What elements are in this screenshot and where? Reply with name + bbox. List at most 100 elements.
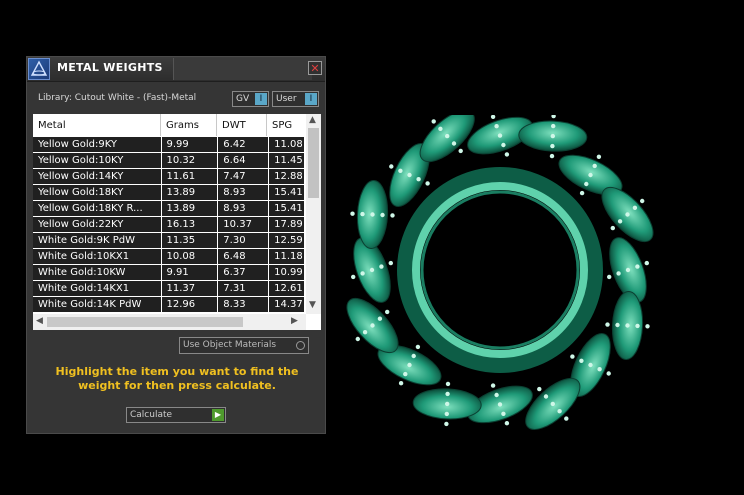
filigree-dot <box>445 133 450 139</box>
filigree-dot <box>458 148 463 154</box>
table-row[interactable]: Yellow Gold:10KY 10.32 6.64 11.45 <box>33 153 305 169</box>
table-header: Metal Grams DWT SPG <box>33 114 305 136</box>
cell-dwt: 8.33 <box>218 297 269 312</box>
filigree-dot <box>640 198 645 204</box>
use-object-materials-option[interactable]: Use Object Materials <box>179 337 309 354</box>
filigree-dot <box>635 264 640 269</box>
calculate-button[interactable]: Calculate ▶ <box>126 407 226 423</box>
library-label: Library: Cutout White - (Fast)-Metal <box>38 93 197 103</box>
table-row[interactable]: Yellow Gold:18KY R... 13.89 8.93 15.41 <box>33 201 305 217</box>
table-row[interactable]: Yellow Gold:14KY 11.61 7.47 12.88 <box>33 169 305 185</box>
cell-spg: 15.41 <box>269 201 304 216</box>
filigree-dot <box>494 124 499 129</box>
table-body: Yellow Gold:9KY 9.99 6.42 11.08 Yellow Gold:… <box>33 137 305 313</box>
cell-spg: 17.89 <box>269 217 304 232</box>
filigree-dot <box>389 164 394 169</box>
ring-inner-hole <box>420 190 580 350</box>
gv-toggle[interactable]: GV I <box>232 91 269 107</box>
filigree-dot <box>549 153 555 159</box>
filigree-dot <box>390 213 395 218</box>
filigree-dot <box>385 309 390 315</box>
vertical-scroll-thumb[interactable] <box>308 128 319 198</box>
cell-grams: 9.99 <box>161 137 218 152</box>
filigree-dot <box>403 371 408 377</box>
filigree-dot <box>398 381 404 386</box>
cell-grams: 10.08 <box>161 249 218 264</box>
column-header-grams[interactable]: Grams <box>161 114 217 136</box>
title-bar[interactable]: METAL WEIGHTS ✕ <box>27 57 325 82</box>
play-icon[interactable]: ▶ <box>212 409 224 421</box>
filigree-dot <box>445 401 450 407</box>
instruction-text: Highlight the item you want to find the … <box>55 365 299 392</box>
filigree-dot <box>597 367 602 372</box>
filigree-dot <box>632 205 638 210</box>
filigree-dot <box>645 324 650 329</box>
cell-spg: 12.88 <box>269 169 304 184</box>
filigree-dot <box>617 219 623 224</box>
use-object-materials-label: Use Object Materials <box>183 340 277 350</box>
filigree-dot <box>494 392 499 398</box>
user-toggle-knob[interactable]: I <box>305 93 317 105</box>
table-row[interactable]: Yellow Gold:22KY 16.13 10.37 17.89 <box>33 217 305 233</box>
user-toggle[interactable]: User I <box>272 91 319 107</box>
horizontal-scrollbar[interactable]: ◀ ▶ <box>33 314 306 330</box>
table-row[interactable]: White Gold:14K PdW 12.96 8.33 14.37 <box>33 297 305 313</box>
cell-metal: Yellow Gold:18KY R... <box>33 201 161 216</box>
ring-image <box>346 110 654 430</box>
close-icon[interactable]: ✕ <box>308 61 322 75</box>
title-tab <box>173 58 312 80</box>
filigree-dot <box>588 362 593 368</box>
table-row[interactable]: White Gold:9K PdW 11.35 7.30 12.59 <box>33 233 305 249</box>
filigree-dot <box>351 274 356 280</box>
cell-metal: White Gold:9K PdW <box>33 233 161 248</box>
filigree-dot <box>501 142 506 148</box>
scroll-right-icon[interactable]: ▶ <box>291 316 298 326</box>
table-row[interactable]: Yellow Gold:9KY 9.99 6.42 11.08 <box>33 137 305 153</box>
filigree-dot <box>592 163 597 169</box>
filigree-dot <box>369 267 375 273</box>
cell-spg: 11.18 <box>269 249 304 264</box>
vertical-scrollbar[interactable]: ▲ ▼ <box>306 114 321 314</box>
filigree-dot <box>445 391 450 397</box>
column-header-dwt[interactable]: DWT <box>217 114 267 136</box>
filigree-dot <box>551 113 556 119</box>
cell-spg: 11.45 <box>269 153 304 168</box>
column-header-spg[interactable]: SPG <box>267 114 302 136</box>
scroll-up-icon[interactable]: ▲ <box>309 115 316 125</box>
filigree-dot <box>362 330 368 335</box>
cell-dwt: 7.31 <box>218 281 269 296</box>
cell-dwt: 8.93 <box>218 201 269 216</box>
filigree-dot <box>504 152 510 157</box>
filigree-dot <box>579 358 584 363</box>
scroll-left-icon[interactable]: ◀ <box>36 316 43 326</box>
filigree-dot <box>360 271 365 276</box>
cell-metal: Yellow Gold:22KY <box>33 217 161 232</box>
filigree-dot <box>407 172 412 178</box>
filigree-dot <box>564 416 569 421</box>
filigree-dot <box>543 394 549 399</box>
filigree-dot <box>415 344 421 350</box>
table-row[interactable]: White Gold:14KX1 11.37 7.31 12.61 <box>33 281 305 297</box>
use-object-materials-radio[interactable] <box>296 341 305 350</box>
column-header-metal[interactable]: Metal <box>33 114 161 136</box>
filigree-dot <box>550 133 555 139</box>
cell-metal: White Gold:10KX1 <box>33 249 161 264</box>
filigree-dot <box>497 402 503 407</box>
cell-dwt: 10.37 <box>218 217 269 232</box>
metal-table[interactable]: Metal Grams DWT SPG Yellow Gold:9KY 9.99 6… <box>33 114 321 330</box>
table-row[interactable]: Yellow Gold:18KY 13.89 8.93 15.41 <box>33 185 305 201</box>
filigree-dot <box>490 114 496 119</box>
cell-spg: 12.59 <box>269 233 304 248</box>
gv-toggle-knob[interactable]: I <box>255 93 267 105</box>
horizontal-scroll-thumb[interactable] <box>47 317 243 327</box>
filigree-dot <box>438 126 443 131</box>
scroll-down-icon[interactable]: ▼ <box>309 300 316 310</box>
user-toggle-label: User <box>276 94 297 104</box>
cell-metal: Yellow Gold:9KY <box>33 137 161 152</box>
cell-spg: 14.37 <box>269 297 304 312</box>
filigree-dot <box>451 141 457 146</box>
table-row[interactable]: White Gold:10KX1 10.08 6.48 11.18 <box>33 249 305 265</box>
cell-metal: White Gold:14K PdW <box>33 297 161 312</box>
filigree-dot <box>551 123 556 129</box>
table-row[interactable]: White Gold:10KW 9.91 6.37 10.99 <box>33 265 305 281</box>
